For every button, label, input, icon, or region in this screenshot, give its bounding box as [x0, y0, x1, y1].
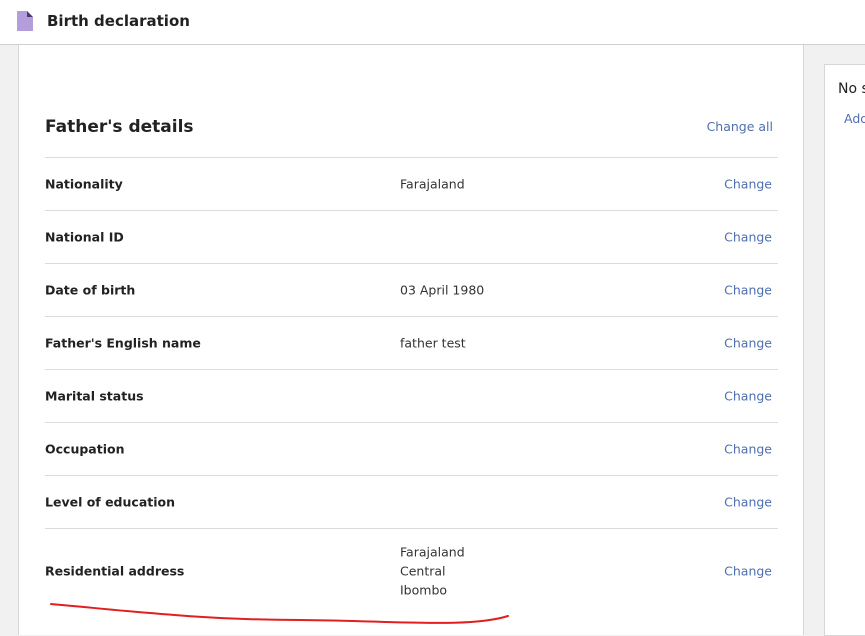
review-card: Father's details Change all Nationality …	[18, 45, 804, 635]
row-label: Level of education	[45, 494, 175, 510]
row-nationality: Nationality Farajaland Change	[45, 157, 778, 210]
row-date-of-birth: Date of birth 03 April 1980 Change	[45, 263, 778, 316]
row-residential-address: Residential address Farajaland Central I…	[45, 528, 778, 612]
row-value: 03 April 1980	[400, 282, 485, 298]
side-add-link[interactable]: Add	[844, 111, 865, 126]
change-link[interactable]: Change	[724, 563, 772, 578]
side-panel-title: No s	[838, 81, 865, 97]
row-marital-status: Marital status Change	[45, 369, 778, 422]
row-label: Father's English name	[45, 335, 201, 351]
details-list: Nationality Farajaland Change National I…	[45, 157, 778, 612]
row-label: Residential address	[45, 563, 185, 578]
row-label: Marital status	[45, 388, 144, 404]
change-link[interactable]: Change	[724, 442, 772, 457]
row-label: Date of birth	[45, 282, 136, 298]
row-label: Nationality	[45, 176, 123, 192]
address-line: Farajaland	[400, 544, 465, 559]
change-link[interactable]: Change	[724, 495, 772, 510]
change-link[interactable]: Change	[724, 230, 772, 245]
row-english-name: Father's English name father test Change	[45, 316, 778, 369]
address-line: Central	[400, 563, 446, 578]
row-label: National ID	[45, 229, 124, 245]
change-all-link[interactable]: Change all	[707, 119, 773, 134]
row-value: Farajaland	[400, 176, 465, 192]
row-value: father test	[400, 335, 466, 351]
document-icon	[17, 11, 33, 31]
row-label: Occupation	[45, 441, 125, 457]
address-value: Farajaland Central Ibombo	[400, 542, 465, 599]
side-panel: No s Add	[824, 64, 865, 636]
row-national-id: National ID Change	[45, 210, 778, 263]
page-title: Birth declaration	[47, 12, 190, 30]
section-title: Father's details	[45, 117, 194, 137]
change-link[interactable]: Change	[724, 336, 772, 351]
row-education: Level of education Change	[45, 475, 778, 528]
top-bar: Birth declaration	[0, 0, 865, 45]
change-link[interactable]: Change	[724, 389, 772, 404]
change-link[interactable]: Change	[724, 177, 772, 192]
address-line: Ibombo	[400, 582, 448, 597]
change-link[interactable]: Change	[724, 283, 772, 298]
row-occupation: Occupation Change	[45, 422, 778, 475]
